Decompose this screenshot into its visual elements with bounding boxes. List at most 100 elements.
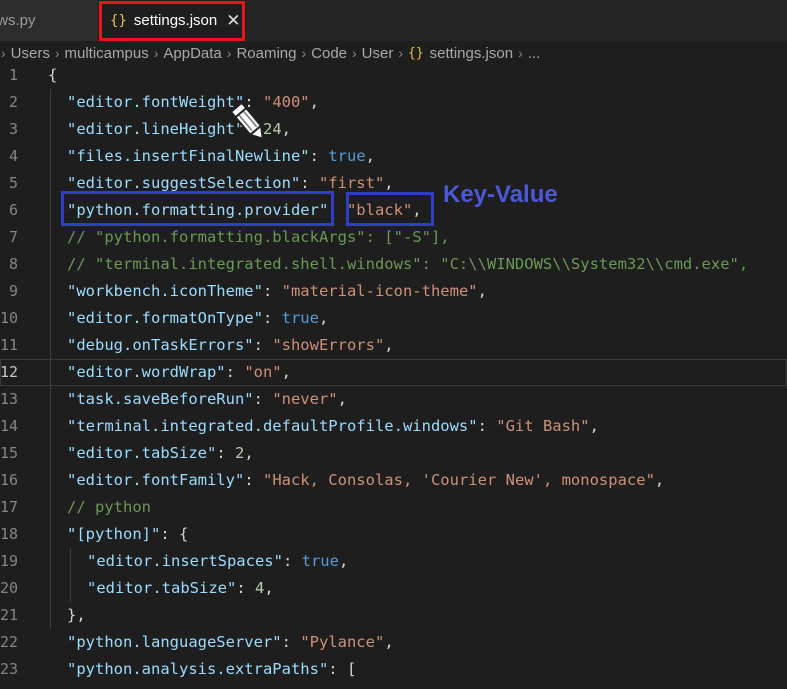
line-number: 9 — [8, 282, 18, 300]
code-line[interactable]: 15 "editor.tabSize": 2, — [0, 440, 787, 467]
line-number: 10 — [0, 309, 19, 327]
code-line[interactable]: 4 "files.insertFinalNewline": true, — [0, 143, 787, 170]
code-text: "editor.formatOnType": true, — [67, 305, 328, 332]
code-token: , — [384, 336, 394, 354]
code-text: "debug.onTaskErrors": "showErrors", — [67, 332, 394, 359]
line-number: 4 — [8, 147, 18, 165]
line-number: 18 — [0, 525, 19, 543]
code-line[interactable]: 10 "editor.formatOnType": true, — [0, 305, 787, 332]
code-text: { — [48, 62, 57, 89]
code-line[interactable]: 8 // "terminal.integrated.shell.windows":… — [0, 251, 787, 278]
code-line[interactable]: 13 "task.saveBeforeRun": "never", — [0, 386, 787, 413]
line-number: 20 — [0, 579, 19, 597]
code-token: , — [309, 93, 319, 111]
code-line[interactable]: 19 "editor.insertSpaces": true, — [0, 548, 787, 575]
code-token: : — [477, 417, 497, 435]
code-line[interactable]: 23 "python.analysis.extraPaths": [ — [0, 656, 787, 683]
code-token: }, — [67, 606, 86, 624]
code-text: "editor.tabSize": 4, — [87, 575, 274, 602]
code-token: : — [253, 390, 273, 408]
code-token: "on" — [244, 363, 282, 381]
code-token: : — [225, 363, 245, 381]
code-token: : { — [160, 525, 189, 543]
code-line[interactable]: 2 "editor.fontWeight": "400", — [0, 89, 787, 116]
code-line[interactable]: 1{ — [0, 62, 787, 89]
code-token: , — [477, 282, 487, 300]
line-number: 6 — [8, 201, 18, 219]
code-token: "editor.fontWeight" — [67, 93, 245, 111]
code-token: : — [281, 633, 301, 651]
breadcrumb-item[interactable]: multicampus — [65, 45, 149, 62]
code-text: "files.insertFinalNewline": true, — [67, 143, 375, 170]
chevron-right-icon: › — [301, 45, 307, 61]
code-token: , — [281, 120, 291, 138]
code-line[interactable]: 17 // python — [0, 494, 787, 521]
code-text: }, — [67, 602, 86, 629]
code-line[interactable]: 9 "workbench.iconTheme": "material-icon-t… — [0, 278, 787, 305]
line-number: 5 — [8, 174, 18, 192]
code-text: "editor.fontWeight": "400", — [67, 89, 319, 116]
code-token: "files.insertFinalNewline" — [67, 147, 310, 165]
line-number: 21 — [0, 606, 19, 624]
code-token: , — [337, 390, 347, 408]
breadcrumb-item[interactable]: settings.json — [430, 45, 513, 62]
breadcrumb-item[interactable]: AppData — [163, 45, 221, 62]
code-token: : — [253, 336, 273, 354]
annotation-label: Key-Value — [443, 181, 558, 208]
code-token: "editor.tabSize" — [87, 579, 237, 597]
chevron-right-icon: › — [54, 45, 60, 61]
code-token: "Hack, Consolas, 'Courier New', monospac… — [262, 471, 655, 489]
line-number: 17 — [0, 498, 19, 516]
chevron-right-icon: › — [398, 45, 404, 61]
chevron-right-icon: › — [1, 45, 6, 61]
code-text: "task.saveBeforeRun": "never", — [67, 386, 347, 413]
code-token: : — [282, 552, 302, 570]
code-token: , — [384, 633, 394, 651]
code-token: // "terminal.integrated.shell.windows": … — [67, 255, 749, 273]
code-line[interactable]: 12 "editor.wordWrap": "on", — [0, 359, 787, 386]
code-token: : — [216, 444, 235, 462]
code-token: true — [281, 309, 319, 327]
code-text: "editor.insertSpaces": true, — [87, 548, 348, 575]
tab-views-py[interactable]: views.py — [0, 0, 98, 41]
code-token: , — [318, 309, 329, 327]
key-highlight-box — [61, 191, 334, 226]
code-token: 2 — [234, 444, 245, 462]
code-line[interactable]: 20 "editor.tabSize": 4, — [0, 575, 787, 602]
code-line[interactable]: 18 "[python]": { — [0, 521, 787, 548]
code-token: "editor.tabSize" — [67, 444, 217, 462]
code-token: "editor.wordWrap" — [67, 363, 226, 381]
code-text: "python.analysis.extraPaths": [ — [67, 656, 356, 683]
line-number: 1 — [8, 66, 18, 84]
code-line[interactable]: 16 "editor.fontFamily": "Hack, Consolas, … — [0, 467, 787, 494]
breadcrumb-item[interactable]: Roaming — [236, 45, 296, 62]
code-editor[interactable]: 1{2 "editor.fontWeight": "400", 3 "editor.l… — [0, 62, 787, 689]
code-text: "python.languageServer": "Pylance", — [67, 629, 394, 656]
code-token: "material-icon-theme" — [281, 282, 478, 300]
code-line[interactable]: 7 // "python.formatting.blackArgs": ["-S"… — [0, 224, 787, 251]
code-token: "python.analysis.extraPaths" — [67, 660, 329, 678]
breadcrumb-item[interactable]: Users — [11, 45, 50, 62]
code-line[interactable]: 22 "python.languageServer": "Pylance", — [0, 629, 787, 656]
code-line[interactable]: 11 "debug.onTaskErrors": "showErrors", — [0, 332, 787, 359]
code-text: "workbench.iconTheme": "material-icon-th… — [67, 278, 487, 305]
code-token: : — [309, 147, 329, 165]
code-token: , — [384, 174, 394, 192]
code-line[interactable]: 14 "terminal.integrated.defaultProfile.wi… — [0, 413, 787, 440]
chevron-right-icon: › — [153, 45, 159, 61]
code-token: , — [338, 552, 349, 570]
line-number: 7 — [8, 228, 18, 246]
breadcrumb-item[interactable]: User — [362, 45, 394, 62]
code-token: : — [300, 174, 319, 192]
breadcrumb-item[interactable]: ... — [528, 45, 541, 62]
code-token: : — [236, 579, 255, 597]
chevron-right-icon: › — [518, 45, 523, 61]
code-line[interactable]: 3"editor.lineHeight": 24, — [0, 116, 787, 143]
code-token: : [ — [328, 660, 357, 678]
code-token: "editor.fontFamily" — [67, 471, 245, 489]
code-token: "first" — [318, 174, 385, 192]
breadcrumb-item[interactable]: Code — [311, 45, 347, 62]
code-line[interactable]: 21}, — [0, 602, 787, 629]
chevron-right-icon: › — [226, 45, 232, 61]
line-number: 8 — [8, 255, 18, 273]
